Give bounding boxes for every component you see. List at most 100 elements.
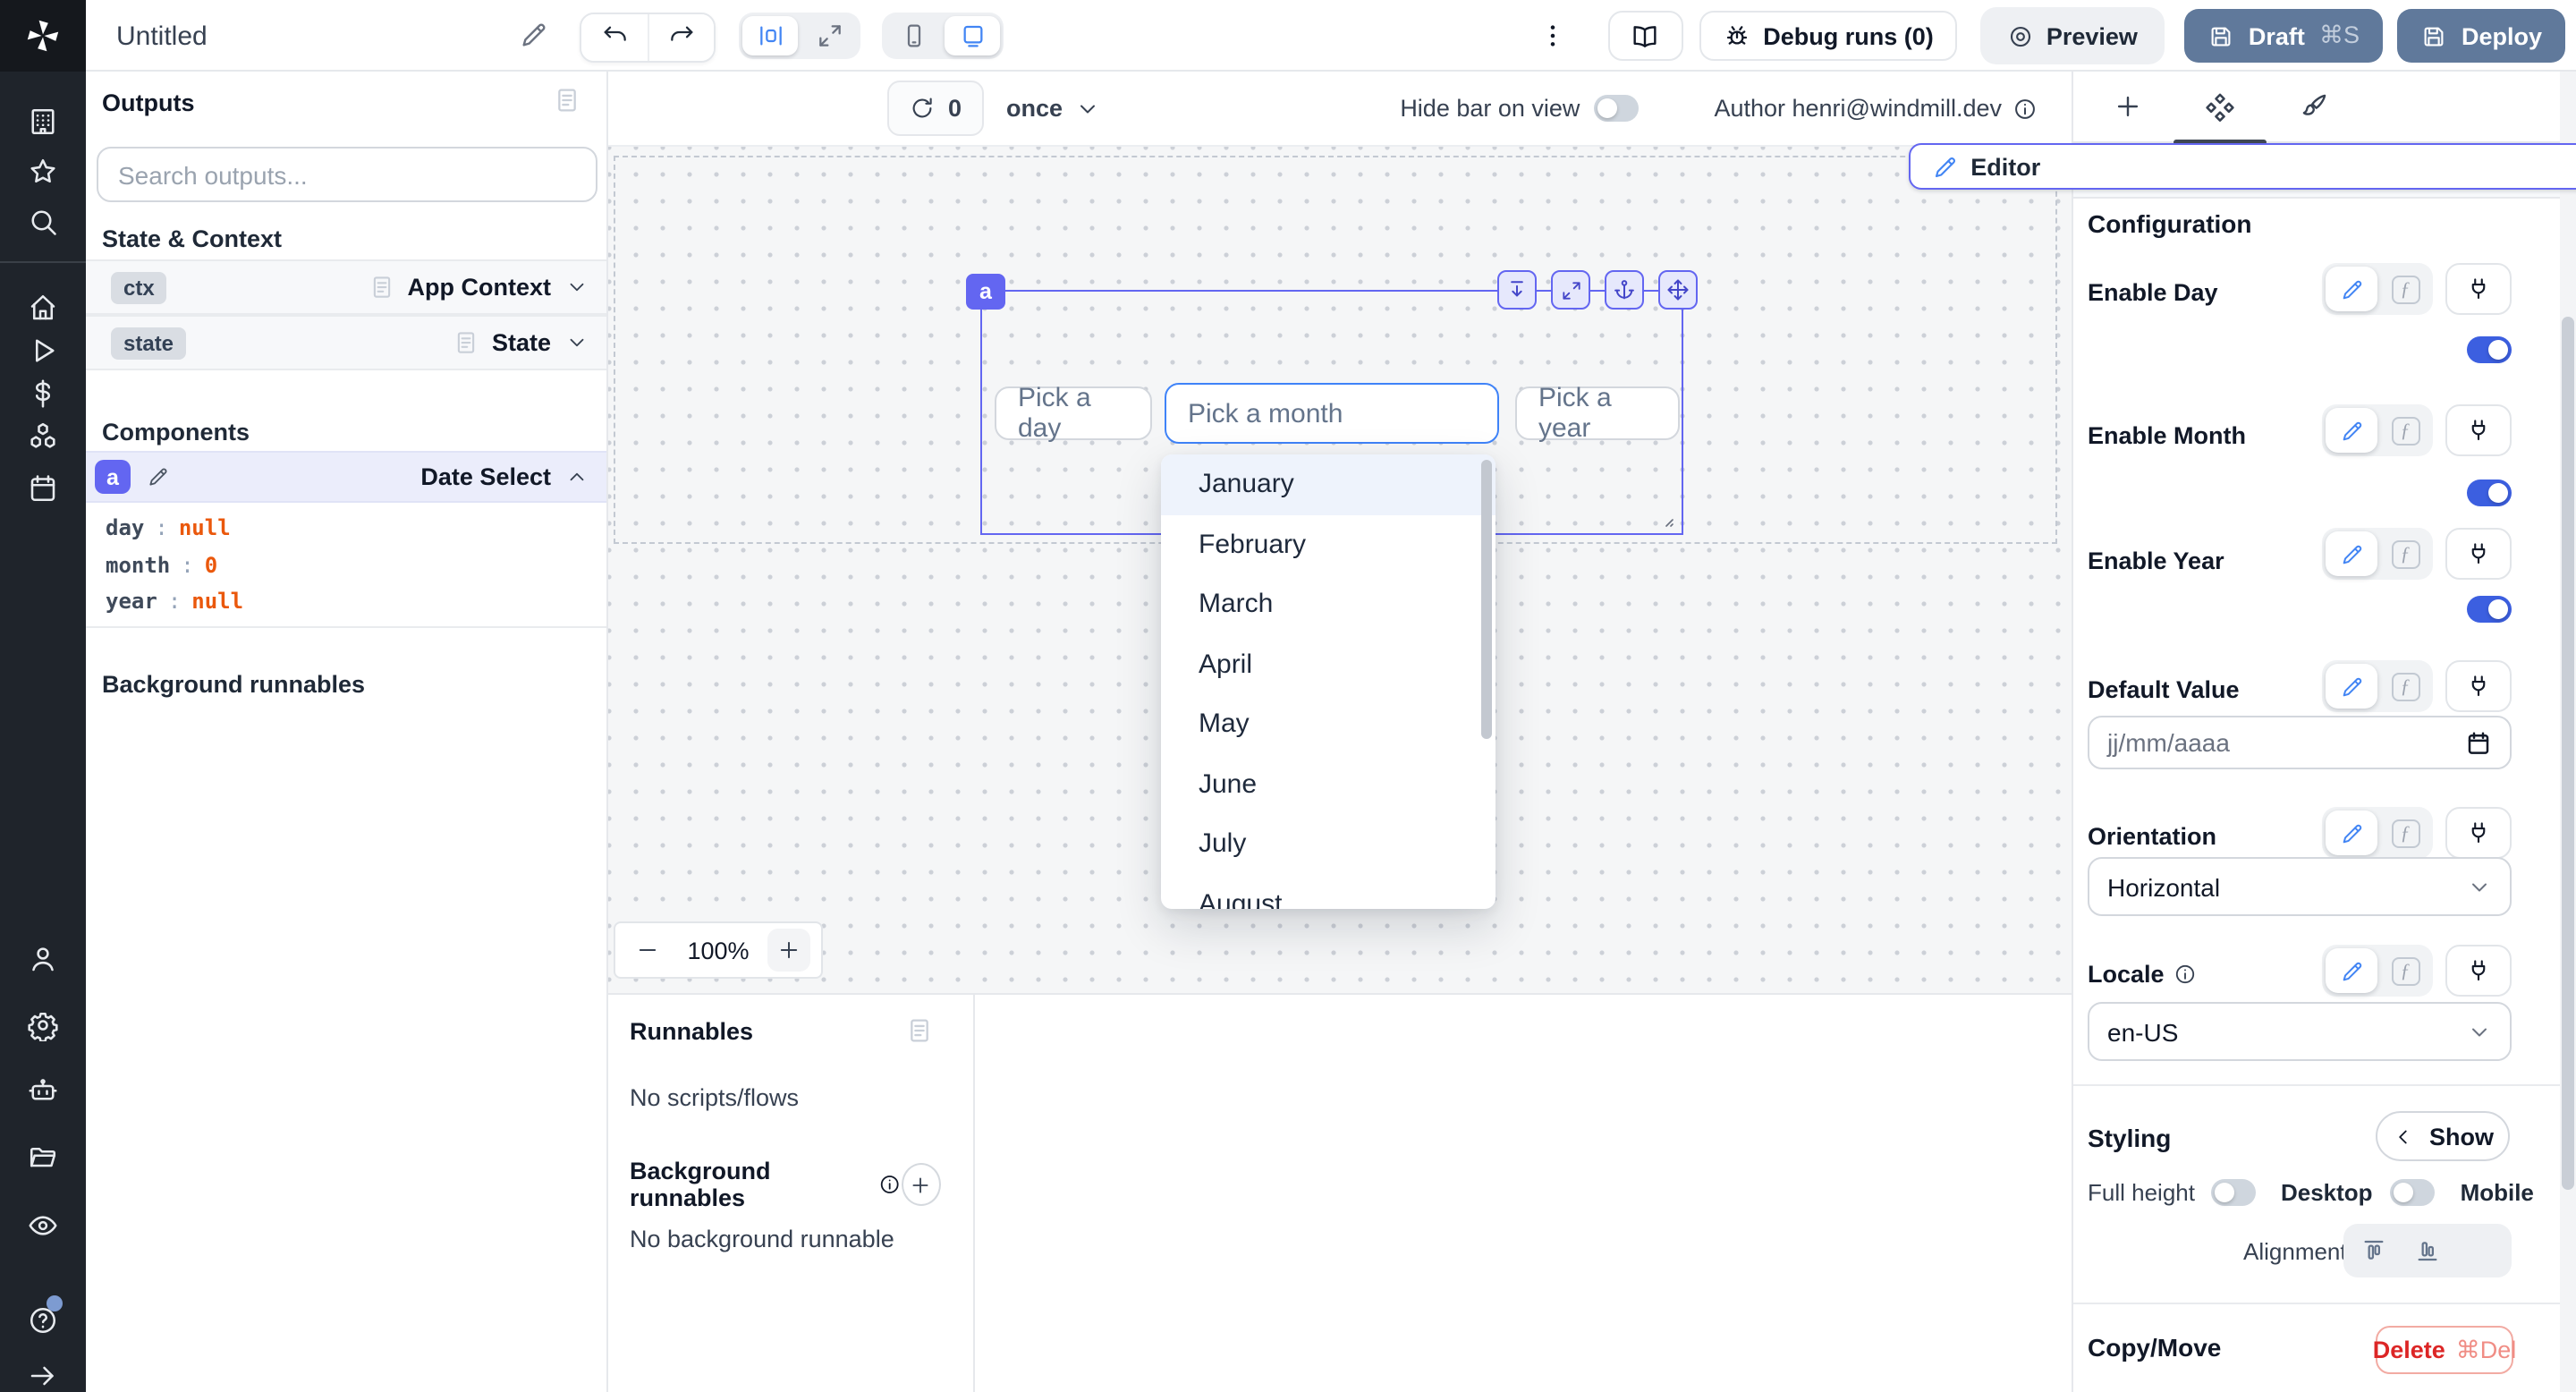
schedule-dropdown[interactable]: once: [1006, 95, 1100, 122]
eval-input-button[interactable]: ƒ: [2383, 811, 2428, 855]
state-row[interactable]: state State: [86, 315, 606, 370]
draft-button[interactable]: Draft ⌘S: [2184, 9, 2383, 63]
default-value-date-input[interactable]: jj/mm/aaaa: [2088, 716, 2512, 769]
connect-input-button[interactable]: [2445, 263, 2512, 315]
desktop-view-button[interactable]: [945, 16, 1000, 55]
sidebar-item-audit-logs[interactable]: [27, 1210, 59, 1242]
search-outputs-input[interactable]: [97, 147, 597, 202]
chevron-up-icon[interactable]: [565, 465, 589, 488]
sidebar-item-variables[interactable]: [27, 378, 59, 410]
chevron-down-icon[interactable]: [565, 331, 589, 354]
tab-insert-component[interactable]: [2080, 71, 2174, 142]
tab-component-settings[interactable]: [2174, 71, 2267, 142]
month-option[interactable]: August: [1161, 874, 1496, 909]
prop-month[interactable]: month:0: [106, 547, 243, 583]
expand-down-button[interactable]: [1497, 270, 1537, 310]
component-id-badge[interactable]: a: [966, 274, 1005, 310]
undo-button[interactable]: [581, 14, 648, 61]
static-input-button[interactable]: [2326, 664, 2377, 709]
delete-component-button[interactable]: Delete ⌘Del: [2376, 1326, 2513, 1374]
settings-scrollbar-thumb[interactable]: [2562, 317, 2574, 1190]
static-input-button[interactable]: [2326, 948, 2377, 993]
sidebar-item-settings[interactable]: [27, 1009, 59, 1041]
sidebar-item-home[interactable]: [27, 292, 59, 324]
static-input-button[interactable]: [2326, 267, 2377, 311]
fullsize-button[interactable]: [1551, 270, 1590, 310]
component-row-a[interactable]: a Date Select: [86, 451, 606, 503]
month-option[interactable]: July: [1161, 814, 1496, 874]
mobile-view-button[interactable]: [886, 16, 941, 55]
sidebar-item-folders[interactable]: [27, 1142, 59, 1174]
sidebar-item-resources[interactable]: [27, 420, 59, 453]
full-height-toggle[interactable]: [2211, 1179, 2256, 1206]
month-option[interactable]: January: [1161, 454, 1496, 514]
show-styling-button[interactable]: Show: [2376, 1111, 2510, 1161]
anchor-button[interactable]: [1605, 270, 1644, 310]
pencil-icon[interactable]: [147, 465, 170, 488]
sidebar-item-users[interactable]: [27, 943, 59, 975]
eval-input-button[interactable]: ƒ: [2383, 531, 2428, 576]
month-option[interactable]: June: [1161, 754, 1496, 814]
month-option[interactable]: March: [1161, 574, 1496, 634]
add-background-runnable-button[interactable]: [902, 1163, 941, 1206]
ctx-row[interactable]: ctx App Context: [86, 259, 606, 315]
info-icon[interactable]: [2174, 963, 2197, 986]
connect-input-button[interactable]: [2445, 404, 2512, 456]
deploy-button[interactable]: Deploy: [2397, 9, 2565, 63]
sidebar-item-favorites[interactable]: [27, 156, 59, 188]
dropdown-scrollbar[interactable]: [1481, 460, 1492, 739]
connect-input-button[interactable]: [2445, 528, 2512, 580]
app-title[interactable]: Untitled: [116, 0, 208, 72]
docs-button[interactable]: [1607, 11, 1682, 61]
refresh-button[interactable]: 0: [887, 81, 983, 136]
desktop-toggle[interactable]: [2391, 1179, 2436, 1206]
calendar-icon[interactable]: [2465, 729, 2492, 756]
eval-input-button[interactable]: ƒ: [2383, 408, 2428, 453]
align-top-button[interactable]: [2347, 1227, 2399, 1274]
redo-button[interactable]: [648, 14, 714, 61]
settings-scrollbar-track[interactable]: [2560, 72, 2576, 1392]
outputs-doc-icon[interactable]: [553, 86, 581, 115]
month-option[interactable]: April: [1161, 634, 1496, 694]
enable-month-toggle[interactable]: [2467, 480, 2512, 506]
tab-global-styling[interactable]: [2267, 71, 2360, 142]
static-input-button[interactable]: [2326, 531, 2377, 576]
pick-year-input[interactable]: Pick a year: [1515, 386, 1680, 440]
sidebar-item-schedules[interactable]: [27, 472, 59, 505]
locale-select[interactable]: en-US: [2088, 1002, 2512, 1061]
month-option[interactable]: May: [1161, 694, 1496, 754]
static-input-button[interactable]: [2326, 408, 2377, 453]
pick-day-input[interactable]: Pick a day: [995, 386, 1152, 440]
prop-day[interactable]: day:null: [106, 510, 243, 547]
info-icon[interactable]: [879, 1172, 902, 1197]
zoom-in-button[interactable]: [767, 929, 810, 972]
connect-input-button[interactable]: [2445, 807, 2512, 859]
center-layout-button[interactable]: [742, 16, 798, 55]
prop-year[interactable]: year:null: [106, 583, 243, 620]
enable-year-toggle[interactable]: [2467, 596, 2512, 623]
sidebar-item-workspace[interactable]: [27, 106, 59, 138]
component-id-badge[interactable]: a: [95, 460, 131, 494]
enable-day-toggle[interactable]: [2467, 336, 2512, 363]
info-icon[interactable]: [2012, 96, 2038, 121]
move-button[interactable]: [1658, 270, 1698, 310]
eval-input-button[interactable]: ƒ: [2383, 664, 2428, 709]
connect-input-button[interactable]: [2445, 660, 2512, 712]
sidebar-item-runs[interactable]: [27, 335, 59, 367]
zoom-out-button[interactable]: [626, 929, 669, 972]
hide-bar-toggle[interactable]: [1594, 95, 1639, 122]
orientation-select[interactable]: Horizontal: [2088, 857, 2512, 916]
tab-preview[interactable]: Preview: [1986, 13, 2159, 59]
resize-handle[interactable]: [1655, 508, 1676, 530]
static-input-button[interactable]: [2326, 811, 2377, 855]
runnables-doc-icon[interactable]: [905, 1016, 934, 1045]
edit-title-button[interactable]: [519, 20, 549, 50]
fullscreen-layout-button[interactable]: [801, 16, 857, 55]
align-bottom-button[interactable]: [2401, 1227, 2453, 1274]
canvas-grid[interactable]: a Pick a day Pick a month Pick a year Ja…: [608, 147, 2072, 993]
chevron-down-icon[interactable]: [565, 276, 589, 299]
eval-input-button[interactable]: ƒ: [2383, 948, 2428, 993]
debug-runs-button[interactable]: Debug runs (0): [1699, 11, 1957, 61]
sidebar-collapse-button[interactable]: [27, 1360, 59, 1392]
month-option[interactable]: February: [1161, 514, 1496, 574]
